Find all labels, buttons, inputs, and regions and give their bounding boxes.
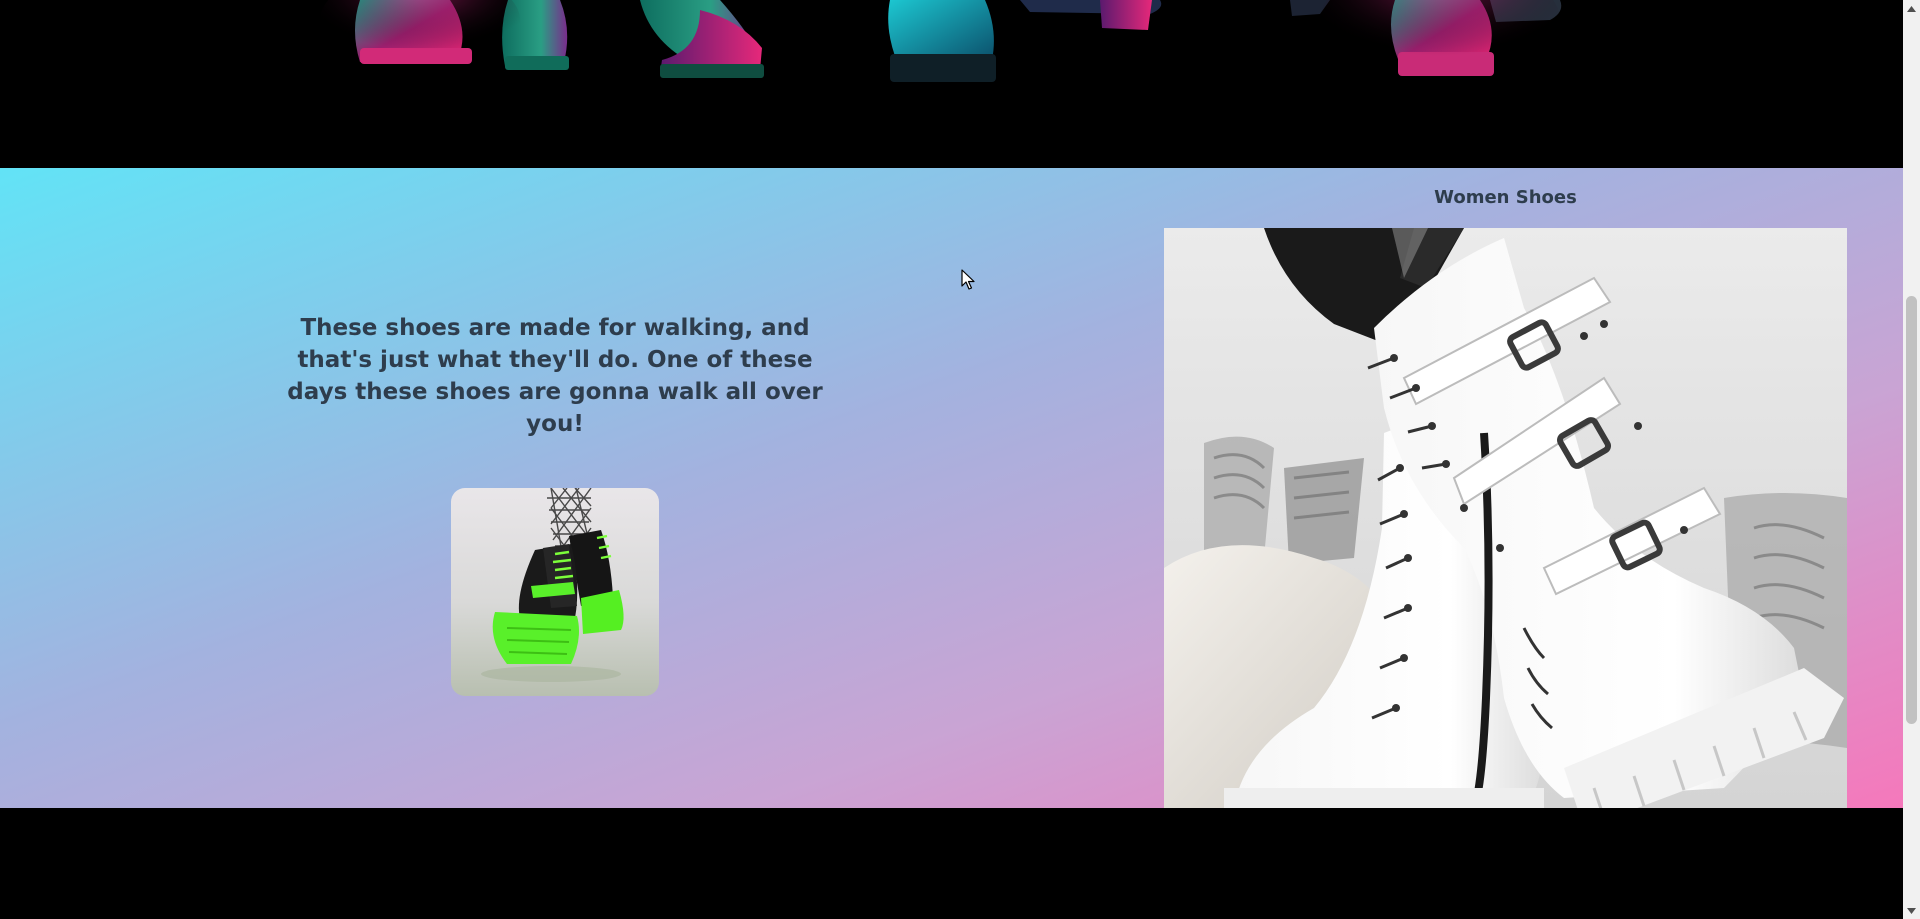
hero-boots-image [320, 0, 1562, 82]
vertical-scrollbar[interactable] [1903, 0, 1920, 919]
women-boots-photo[interactable] [1164, 228, 1847, 808]
hero-image-strip [0, 0, 1903, 168]
footer-dark-area [0, 808, 1903, 919]
chevron-up-icon[interactable] [1903, 0, 1920, 17]
chevron-down-icon[interactable] [1903, 902, 1920, 919]
page: These shoes are made for walking, and th… [0, 0, 1920, 919]
pointer-cursor-icon [961, 269, 975, 290]
neon-boots-image [481, 488, 624, 682]
promo-section: These shoes are made for walking, and th… [0, 168, 1903, 808]
promo-quote: These shoes are made for walking, and th… [287, 315, 823, 437]
scrollbar-thumb[interactable] [1906, 296, 1917, 724]
white-boots-image [1164, 228, 1847, 808]
women-shoes-heading: Women Shoes [1434, 187, 1577, 208]
neon-boots-thumbnail[interactable] [451, 488, 659, 696]
